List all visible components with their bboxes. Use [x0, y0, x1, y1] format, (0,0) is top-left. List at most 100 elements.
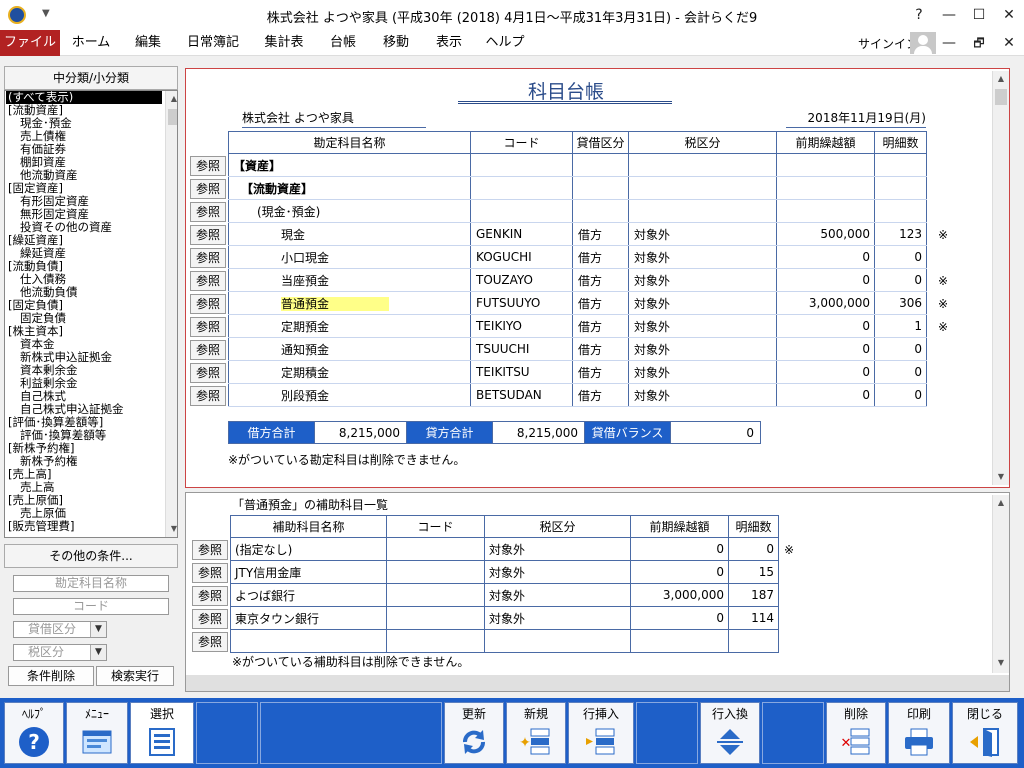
ref-button[interactable]: 参照	[190, 225, 226, 245]
menu-edit[interactable]: 編集	[126, 30, 170, 56]
refresh-tool-button[interactable]: 更新	[444, 702, 504, 764]
search-button[interactable]: 検索実行	[96, 666, 174, 686]
ribbon-minimize-button[interactable]: —	[934, 32, 964, 54]
menu-tool-button[interactable]: ﾒﾆｭｰ	[66, 702, 128, 764]
ref-button[interactable]: 参照	[192, 609, 228, 629]
chevron-down-icon[interactable]: ▼	[90, 645, 106, 660]
help-tool-button[interactable]: ﾍﾙﾌﾟ ?	[4, 702, 64, 764]
table-row[interactable]	[230, 629, 779, 653]
table-row[interactable]: JTY信用金庫 対象外 0 15	[230, 560, 779, 584]
sub-horizontal-scrollbar[interactable]	[186, 675, 1009, 691]
ref-button[interactable]: 参照	[190, 340, 226, 360]
new-tool-button[interactable]: 新規 ✦	[506, 702, 566, 764]
account-name-filter[interactable]: 勘定科目名称	[13, 575, 169, 592]
tax-select[interactable]: 税区分 ▼	[13, 644, 107, 661]
table-row[interactable]: (指定なし) 対象外 0 0	[230, 537, 779, 561]
col-tax[interactable]: 税区分	[628, 131, 777, 154]
table-row[interactable]: 【資産】	[228, 153, 927, 177]
chevron-down-icon[interactable]: ▼	[90, 622, 106, 637]
menu-ledger[interactable]: 台帳	[322, 30, 364, 56]
insert-row-tool-button[interactable]: 行挿入	[568, 702, 634, 764]
ribbon-restore-button[interactable]: 🗗	[964, 32, 994, 54]
col-sub-name[interactable]: 補助科目名称	[230, 515, 387, 538]
ref-button[interactable]: 参照	[190, 386, 226, 406]
other-conditions-button[interactable]: その他の条件...	[4, 544, 178, 568]
sub-scrollbar[interactable]: ▲ ▼	[992, 495, 1009, 673]
table-row[interactable]: (現金･預金)	[228, 199, 927, 223]
code-filter[interactable]: コード	[13, 598, 169, 615]
select-list-icon	[149, 728, 175, 756]
ref-button[interactable]: 参照	[192, 540, 228, 560]
debit-credit-select[interactable]: 貸借区分 ▼	[13, 621, 107, 638]
ref-button[interactable]: 参照	[192, 586, 228, 606]
col-code[interactable]: コード	[470, 131, 573, 154]
clear-conditions-button[interactable]: 条件削除	[8, 666, 94, 686]
table-row[interactable]: 通知預金 TSUUCHI 借方 対象外 0 0	[228, 337, 927, 361]
table-row[interactable]: 現金 GENKIN 借方 対象外 500,000 123	[228, 222, 927, 246]
ref-button[interactable]: 参照	[190, 156, 226, 176]
scroll-up-icon[interactable]: ▲	[166, 91, 177, 107]
col-sub-count[interactable]: 明細数	[728, 515, 779, 538]
table-row[interactable]: 【流動資産】	[228, 176, 927, 200]
avatar[interactable]	[910, 32, 936, 54]
menu-daily-bookkeeping[interactable]: 日常簿記	[180, 30, 246, 56]
select-tool-button[interactable]: 選択	[130, 702, 194, 764]
table-row[interactable]: 東京タウン銀行 対象外 0 114	[230, 606, 779, 630]
table-row[interactable]: 当座預金 TOUZAYO 借方 対象外 0 0	[228, 268, 927, 292]
signin-link[interactable]: サインイン	[858, 35, 918, 52]
help-button[interactable]: ?	[904, 4, 934, 26]
print-tool-button[interactable]: 印刷	[888, 702, 950, 764]
cell-balance	[630, 629, 729, 653]
col-sub-tax[interactable]: 税区分	[484, 515, 631, 538]
menu-help[interactable]: ヘルプ	[480, 30, 530, 56]
ref-button[interactable]: 参照	[190, 363, 226, 383]
ref-button[interactable]: 参照	[190, 294, 226, 314]
scroll-down-icon[interactable]: ▼	[993, 469, 1009, 485]
ref-button[interactable]: 参照	[190, 271, 226, 291]
col-account-name[interactable]: 勘定科目名称	[228, 131, 471, 154]
category-list[interactable]: (すべて表示) [流動資産] 現金･預金 売上債権 有価証券 棚卸資産 他流動資産 [固定資産…	[4, 90, 178, 538]
ref-button[interactable]: 参照	[192, 563, 228, 583]
table-row[interactable]: 小口現金 KOGUCHI 借方 対象外 0 0	[228, 245, 927, 269]
col-sub-code[interactable]: コード	[386, 515, 485, 538]
ref-button[interactable]: 参照	[190, 202, 226, 222]
ledger-scrollbar[interactable]: ▲ ▼	[992, 71, 1009, 485]
ref-button[interactable]: 参照	[190, 248, 226, 268]
undeletable-mark: ※	[938, 274, 949, 288]
minimize-button[interactable]: —	[934, 4, 964, 26]
scroll-up-icon[interactable]: ▲	[993, 495, 1009, 511]
account-name: 当座預金	[281, 273, 330, 288]
close-tool-label: 閉じる	[966, 707, 1003, 721]
col-debit-credit[interactable]: 貸借区分	[572, 131, 629, 154]
table-row[interactable]: 定期預金 TEIKIYO 借方 対象外 0 1	[228, 314, 927, 338]
maximize-button[interactable]: ☐	[964, 4, 994, 26]
ref-button[interactable]: 参照	[190, 317, 226, 337]
col-sub-balance[interactable]: 前期繰越額	[630, 515, 729, 538]
col-count[interactable]: 明細数	[874, 131, 927, 154]
menu-move[interactable]: 移動	[374, 30, 418, 56]
category-item[interactable]: [販売管理費]	[8, 520, 74, 533]
col-balance[interactable]: 前期繰越額	[776, 131, 875, 154]
svg-text:?: ?	[28, 730, 40, 754]
menu-home[interactable]: ホーム	[68, 30, 114, 56]
menu-view[interactable]: 表示	[428, 30, 470, 56]
menu-summary[interactable]: 集計表	[258, 30, 310, 56]
menu-file[interactable]: ファイル	[0, 30, 60, 56]
table-row[interactable]: 定期積金 TEIKITSU 借方 対象外 0 0	[228, 360, 927, 384]
table-row[interactable]: 別段預金 BETSUDAN 借方 対象外 0 0	[228, 383, 927, 407]
category-scrollbar[interactable]: ▲ ▼	[165, 91, 177, 537]
table-row[interactable]: よつば銀行 対象外 3,000,000 187	[230, 583, 779, 607]
table-row[interactable]: 普通預金 FUTSUUYO 借方 対象外 3,000,000 306	[228, 291, 927, 315]
scroll-down-icon[interactable]: ▼	[993, 655, 1009, 671]
close-button[interactable]: ✕	[994, 4, 1024, 26]
close-tool-button[interactable]: 閉じる	[952, 702, 1018, 764]
ribbon-close-button[interactable]: ✕	[994, 32, 1024, 54]
scroll-up-icon[interactable]: ▲	[993, 71, 1009, 87]
cell-code: FUTSUUYO	[470, 291, 573, 315]
cell-tax: 対象外	[628, 337, 777, 361]
swap-row-tool-button[interactable]: 行入換	[700, 702, 760, 764]
scroll-down-icon[interactable]: ▼	[166, 521, 177, 537]
delete-tool-button[interactable]: 削除 ✕	[826, 702, 886, 764]
ref-button[interactable]: 参照	[190, 179, 226, 199]
ref-button[interactable]: 参照	[192, 632, 228, 652]
